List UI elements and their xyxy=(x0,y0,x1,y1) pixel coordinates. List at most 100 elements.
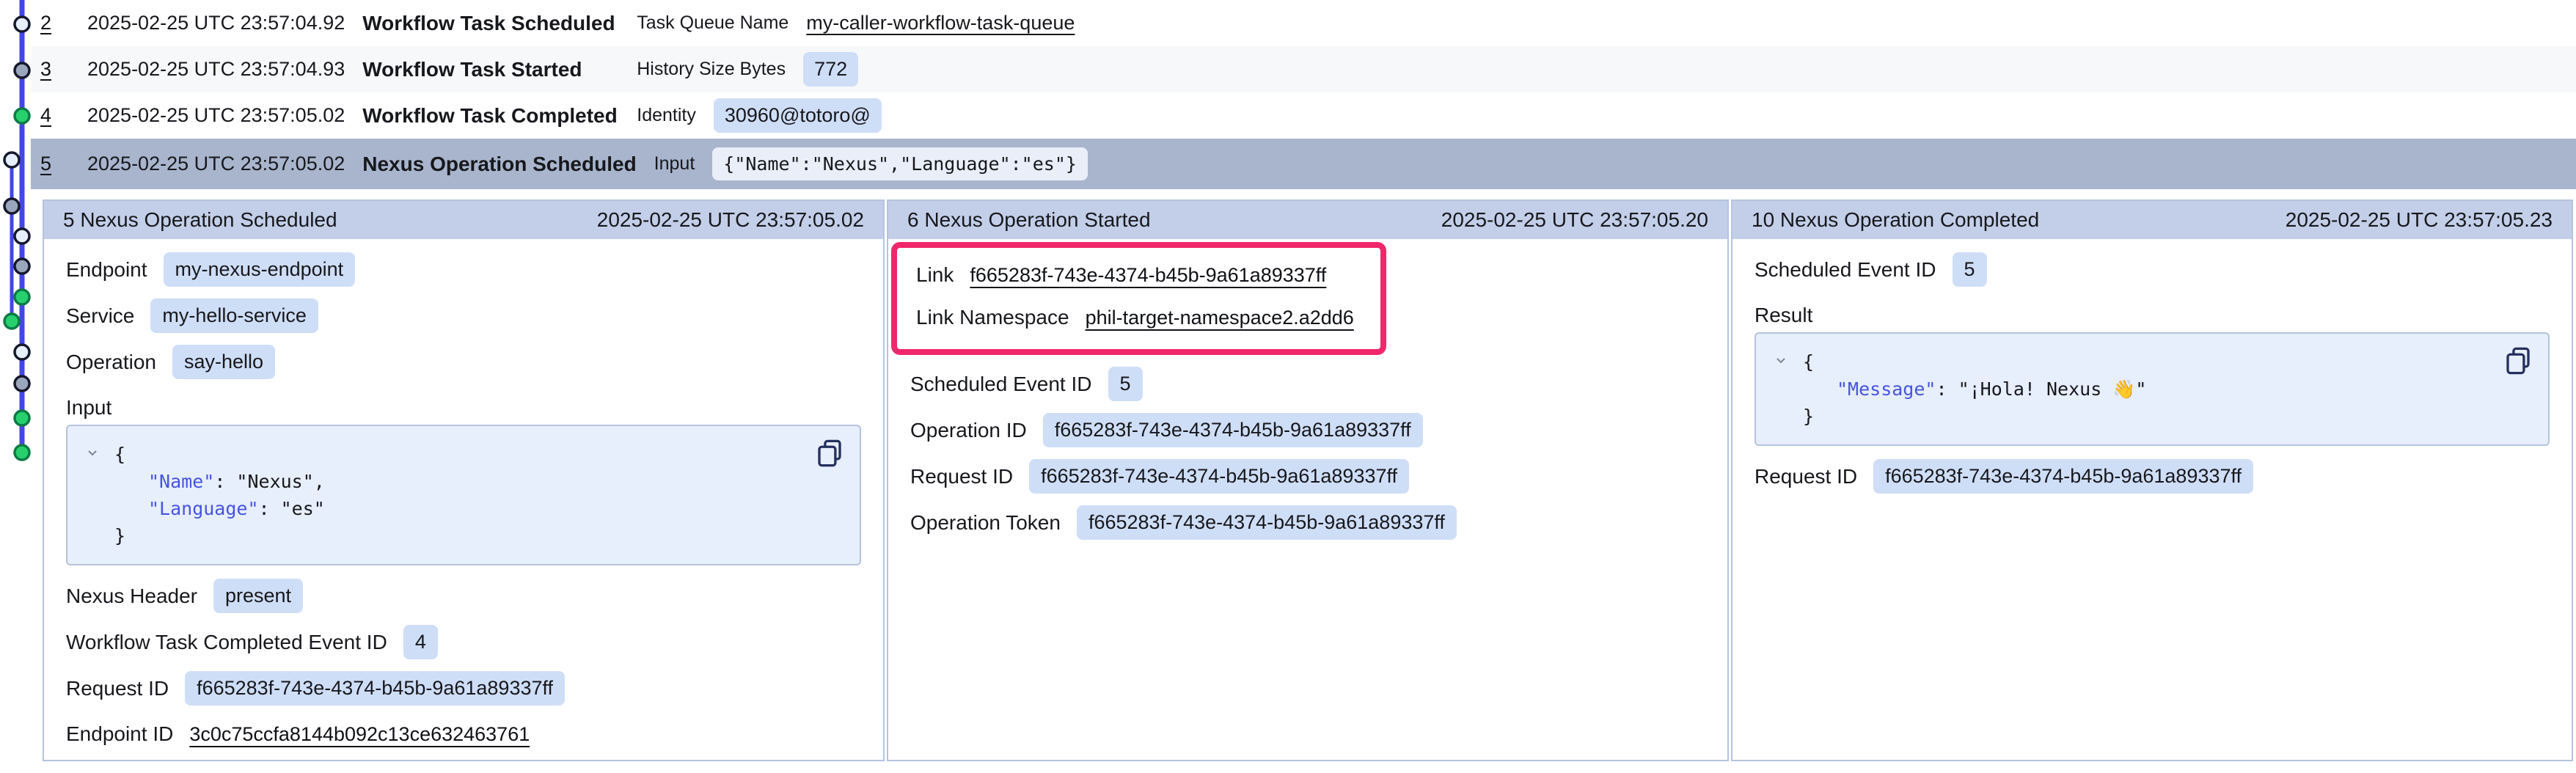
field-label: Scheduled Event ID xyxy=(910,373,1092,396)
field-value-badge: f665283f-743e-4374-b45b-9a61a89337ff xyxy=(1043,413,1423,447)
event-detail-value-badge: 30960@totoro@ xyxy=(714,98,882,133)
field-label: Operation ID xyxy=(910,419,1027,442)
field-value-link[interactable]: phil-target-namespace2.a2dd6 xyxy=(1086,307,1354,329)
event-row[interactable]: 22025-02-25 UTC 23:57:04.92Workflow Task… xyxy=(31,0,2576,46)
json-close-brace: } xyxy=(114,522,798,549)
event-status-dot-started[interactable] xyxy=(4,199,19,213)
event-detail-label: History Size Bytes xyxy=(637,59,786,80)
field-value-badge: present xyxy=(213,579,303,613)
json-line: "Name": "Nexus", xyxy=(114,468,798,495)
field-value-badge: 5 xyxy=(1108,367,1143,401)
event-id-link[interactable]: 2 xyxy=(40,12,70,34)
field-label: Link xyxy=(916,263,954,287)
panel-title: 10 Nexus Operation Completed xyxy=(1752,208,2039,232)
event-timestamp: 2025-02-25 UTC 23:57:05.02 xyxy=(87,104,345,127)
event-status-dot-scheduled[interactable] xyxy=(15,17,29,32)
event-status-dot-completed[interactable] xyxy=(15,445,29,460)
chevron-down-icon[interactable] xyxy=(84,444,101,461)
field-row: Operationsay-hello xyxy=(66,345,861,379)
event-row[interactable]: 5 2025-02-25 UTC 23:57:05.02 Nexus Operati… xyxy=(31,139,2576,189)
copy-button[interactable] xyxy=(814,436,845,472)
json-value: "es" xyxy=(281,498,325,519)
field-label: Result xyxy=(1754,304,1812,327)
event-detail-label: Identity xyxy=(637,105,696,126)
event-status-dot-scheduled[interactable] xyxy=(15,345,29,359)
event-status-dot-scheduled[interactable] xyxy=(15,229,29,243)
field-label: Scheduled Event ID xyxy=(1754,258,1936,282)
annotation-highlight-box: Link f665283f-743e-4374-b45b-9a61a89337ff… xyxy=(891,242,1386,355)
field-row: Input xyxy=(66,395,861,420)
field-row: Request IDf665283f-743e-4374-b45b-9a61a8… xyxy=(66,671,861,706)
json-line: "Message": "¡Hola! Nexus 👋" xyxy=(1803,375,2487,403)
event-status-dot-started[interactable] xyxy=(15,259,29,274)
payload-code-wrap: {"Name": "Nexus","Language": "es"} xyxy=(66,425,861,565)
panel-body: Endpointmy-nexus-endpoint Servicemy-hello… xyxy=(44,239,883,751)
event-status-dot-completed[interactable] xyxy=(15,290,29,304)
copy-icon xyxy=(2503,344,2533,378)
field-value-badge: say-hello xyxy=(172,345,275,379)
field-row: Endpointmy-nexus-endpoint xyxy=(66,252,861,287)
field-row: Result xyxy=(1754,303,2550,328)
event-status-dot-started[interactable] xyxy=(15,63,29,78)
event-id-link[interactable]: 3 xyxy=(40,58,70,81)
event-status-dot-completed[interactable] xyxy=(15,411,29,425)
field-label: Nexus Header xyxy=(66,585,197,608)
field-row: Nexus Header present xyxy=(66,579,861,613)
json-key: "Language" xyxy=(148,498,259,519)
panel-title: 5 Nexus Operation Scheduled xyxy=(63,208,337,232)
event-detail-panel: 10 Nexus Operation Completed2025-02-25 U… xyxy=(1731,199,2573,761)
event-row[interactable]: 4 2025-02-25 UTC 23:57:05.02 Workflow Task… xyxy=(31,92,2576,139)
event-group-details: 5 Nexus Operation Scheduled 2025-02-25 UT… xyxy=(43,199,2573,761)
json-line: "Language": "es" xyxy=(114,495,798,522)
event-timestamp: 2025-02-25 UTC 23:57:04.93 xyxy=(87,58,345,81)
json-colon: : xyxy=(1936,378,1958,400)
field-row: Request IDf665283f-743e-4374-b45b-9a61a8… xyxy=(910,459,1705,494)
event-detail-value-link[interactable]: my-caller-workflow-task-queue xyxy=(806,12,1075,34)
event-detail-panel: 5 Nexus Operation Scheduled 2025-02-25 UT… xyxy=(43,199,885,761)
chevron-down-icon[interactable] xyxy=(1772,351,1790,369)
panel-timestamp: 2025-02-25 UTC 23:57:05.02 xyxy=(597,208,864,232)
field-label: Request ID xyxy=(66,677,169,700)
event-id-link[interactable]: 5 xyxy=(40,153,70,175)
field-row: Link f665283f-743e-4374-b45b-9a61a89337ff xyxy=(916,258,1354,292)
event-id-link[interactable]: 4 xyxy=(40,104,70,127)
event-name: Nexus Operation Scheduled xyxy=(362,153,636,176)
event-status-dot-completed[interactable] xyxy=(4,314,19,329)
event-detail-label: Input xyxy=(654,153,695,175)
panel-body: Scheduled Event ID 5 Result {"Message": "¡H… xyxy=(1732,239,2572,494)
panel-header: 10 Nexus Operation Completed2025-02-25 U… xyxy=(1732,201,2572,239)
event-name: Workflow Task Started xyxy=(362,58,619,81)
event-detail-label: Task Queue Name xyxy=(637,12,788,34)
event-name: Workflow Task Scheduled xyxy=(362,12,619,35)
event-status-dot-started[interactable] xyxy=(15,376,29,391)
field-row: Servicemy-hello-service xyxy=(66,298,861,333)
copy-icon xyxy=(814,436,845,470)
event-detail-panel: 6 Nexus Operation Started2025-02-25 UTC … xyxy=(887,199,1729,761)
field-value-badge: my-nexus-endpoint xyxy=(164,252,356,287)
field-label: Endpoint ID xyxy=(66,722,173,746)
field-row: Operation ID f665283f-743e-4374-b45b-9a61… xyxy=(910,413,1705,447)
json-open-brace: { xyxy=(1803,348,2487,375)
field-label: Request ID xyxy=(1754,465,1857,488)
event-status-dot-completed[interactable] xyxy=(15,109,29,123)
json-key: "Name" xyxy=(148,471,214,492)
event-timestamp: 2025-02-25 UTC 23:57:05.02 xyxy=(87,153,345,175)
payload-code-block: {"Name": "Nexus","Language": "es"} xyxy=(66,425,861,565)
field-value-badge: 4 xyxy=(403,625,438,659)
field-value-badge: f665283f-743e-4374-b45b-9a61a89337ff xyxy=(1077,505,1457,540)
field-row: Scheduled Event ID 5 xyxy=(910,367,1705,401)
field-value-link[interactable]: f665283f-743e-4374-b45b-9a61a89337ff xyxy=(970,264,1326,287)
field-value-badge: f665283f-743e-4374-b45b-9a61a89337ff xyxy=(1029,459,1409,494)
event-row[interactable]: 3 2025-02-25 UTC 23:57:04.93 Workflow Task… xyxy=(31,46,2576,92)
field-label: Link Namespace xyxy=(916,306,1069,329)
field-value-link[interactable]: 3c0c75ccfa8144b092c13ce632463761 xyxy=(189,723,530,746)
event-history-list: 22025-02-25 UTC 23:57:04.92Workflow Task… xyxy=(31,0,2576,189)
event-status-dot-scheduled[interactable] xyxy=(4,153,19,167)
field-row: Operation Tokenf665283f-743e-4374-b45b-9… xyxy=(910,505,1705,540)
json-close-brace: } xyxy=(1803,403,2487,430)
event-name: Workflow Task Completed xyxy=(362,104,619,128)
field-value-badge: my-hello-service xyxy=(150,298,318,333)
field-value-badge: 5 xyxy=(1953,252,1987,287)
panel-timestamp: 2025-02-25 UTC 23:57:05.20 xyxy=(1441,208,1708,232)
copy-button[interactable] xyxy=(2503,344,2533,380)
